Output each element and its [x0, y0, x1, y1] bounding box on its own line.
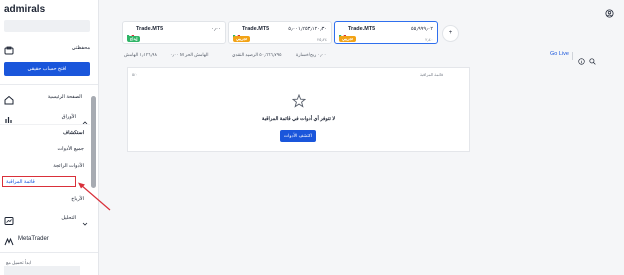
stat-pnl: ٠٫٠٠ ربح/خسارة [296, 52, 327, 57]
stat-free-margin: ٠٫٠٠ M الهامش الحر [170, 52, 209, 57]
account-balance: ٥٫٠٠١٫٢٥٣٫١٢٠٫٣٠ [288, 26, 327, 32]
metatrader-icon [4, 234, 14, 252]
sidebar-item-dashboard[interactable]: الصفحة الرئيسية [4, 91, 90, 105]
chevron-up-icon[interactable] [82, 113, 88, 131]
watchlist-title: قائمة المراقبة [419, 72, 443, 77]
chart-bars-icon [4, 112, 14, 130]
sidebar-divider [0, 252, 98, 253]
account-balance: ٠٫٠٠ [211, 26, 221, 32]
watchlist-panel: ٥/٠ قائمة المراقبة لا تتوفر أي أدوات في … [127, 67, 470, 152]
browse-instruments-button[interactable]: اكتشف الأدوات [280, 130, 316, 142]
brand-logo: admirals [4, 4, 46, 15]
analysis-icon [4, 213, 14, 231]
empty-state-title: لا تتوفر أي أدوات في قائمة المراقبة [261, 116, 336, 122]
sidebar-item-label: التحليل [61, 215, 76, 221]
info-icon[interactable] [578, 52, 585, 70]
account-name: Trade.MT5 [242, 26, 270, 32]
watchlist-highlight-box [2, 176, 76, 187]
wallet-item[interactable]: محفظتي [4, 42, 90, 56]
sidebar: admirals محفظتي افتح حساب حقيقي الصفحة ا… [0, 0, 99, 275]
open-live-account-button[interactable]: افتح حساب حقيقي [4, 62, 90, 76]
account-card-selected[interactable]: Trade.MT5 ٥٥٫٩٩٩٫٠٢ تجريبي ٢٫٤٠ [334, 21, 438, 44]
chevron-down-icon[interactable] [82, 214, 88, 232]
account-card[interactable]: Trade.MT5 ٥٫٠٠١٫٢٥٣٫١٢٠٫٣٠ تجريبي ٢٥٫٢٤ [228, 21, 332, 44]
stat-margin: ١٫١٢٦٫٩٨ الهامش [124, 52, 157, 57]
metatrader-label: MetaTrader [18, 236, 49, 242]
search-icon[interactable] [589, 52, 596, 70]
user-profile-icon[interactable] [605, 5, 614, 23]
submenu-explore[interactable]: استكشاف [63, 130, 84, 136]
wallet-label: محفظتي [71, 45, 90, 51]
submenu-trending[interactable]: الأدوات الرائجة [53, 163, 84, 169]
add-account-button[interactable]: + [442, 25, 459, 42]
account-sub-value: ٢٫٤٠ [425, 37, 433, 42]
account-type-badge: إيداع [127, 36, 141, 42]
header-separator [572, 52, 573, 60]
sidebar-search-box[interactable] [4, 20, 90, 32]
account-name: Trade.MT5 [348, 26, 376, 32]
stat-cash-balance: ٥٠٫٦٦٦٫٧٩٥ الرصيد النقدي [232, 52, 282, 57]
submenu-bg-divider [0, 124, 90, 125]
footer-banner[interactable] [4, 266, 80, 275]
account-card[interactable]: Trade.MT5 ٠٫٠٠ إيداع [122, 21, 226, 44]
account-type-badge: تجريبي [339, 36, 356, 42]
go-live-link[interactable]: Go Live [550, 51, 569, 57]
sidebar-item-invest[interactable]: الأوراق [4, 111, 90, 125]
sidebar-item-label: الأوراق [61, 114, 76, 120]
account-type-badge: تجريبي [233, 36, 250, 42]
account-name: Trade.MT5 [136, 26, 164, 32]
annotation-arrow-icon [78, 182, 111, 211]
watchlist-count: ٥/٠ [132, 72, 138, 77]
account-balance: ٥٥٫٩٩٩٫٠٢ [410, 26, 433, 32]
sidebar-scrollbar[interactable] [91, 96, 96, 188]
sidebar-divider [0, 84, 98, 85]
submenu-all-instruments[interactable]: جميع الأدوات [57, 146, 84, 152]
home-icon [4, 92, 14, 110]
wallet-icon [4, 43, 14, 61]
star-sparkle-icon [291, 93, 307, 113]
account-sub-value: ٢٥٫٢٤ [317, 37, 327, 42]
sidebar-item-label: الصفحة الرئيسية [47, 94, 82, 100]
